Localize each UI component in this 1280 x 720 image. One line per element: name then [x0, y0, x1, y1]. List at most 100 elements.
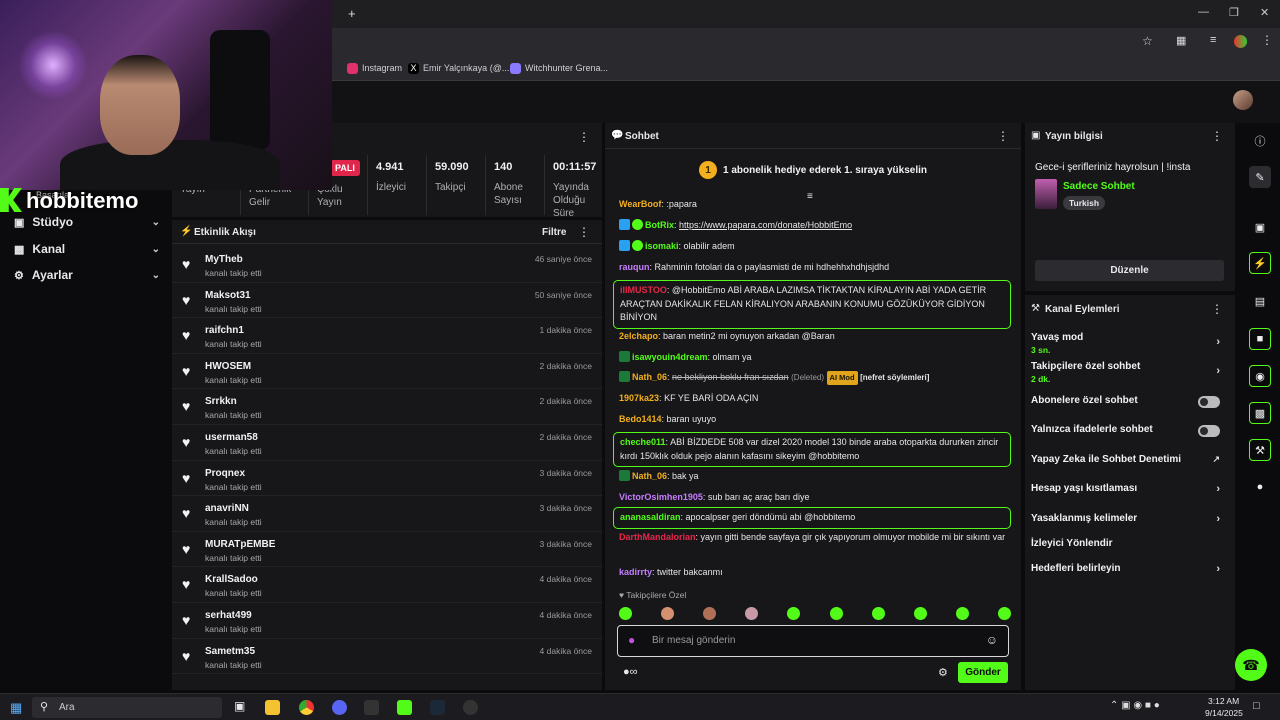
profile-icon[interactable]	[1234, 35, 1247, 48]
channel-action-item[interactable]: Yalnızca ifadelerle sohbet	[1031, 424, 1226, 437]
kick-coin-icon[interactable]: ●∞	[623, 666, 638, 678]
chat-message[interactable]: 1907ka23: KF YE BARİ ODA AÇIN	[619, 392, 1011, 406]
maximize-icon[interactable]: ❐	[1229, 6, 1239, 19]
feed-row[interactable]: ♥ serhat499 kanalı takip etti 4 dakika önce	[172, 603, 602, 639]
chat-username[interactable]: isawyouin4dream	[632, 352, 708, 362]
tray-icons[interactable]: ⌃ ▣ ◉ ■ ●	[1110, 700, 1160, 711]
chat-username[interactable]: BotRix	[645, 220, 674, 230]
emote-icon[interactable]	[661, 606, 675, 620]
chat-message[interactable]: Nath_06: bak ya	[619, 470, 1011, 484]
follower-name[interactable]: HWOSEM	[205, 361, 251, 372]
chat-menu-icon[interactable]: ⋮	[997, 129, 1009, 143]
wrench-icon[interactable]: ⚒	[1249, 439, 1271, 461]
layout-icon[interactable]: ▩	[1249, 402, 1271, 424]
taskbar-search[interactable]: ⚲ Ara	[32, 697, 222, 718]
emote-icon[interactable]	[913, 606, 927, 620]
follower-name[interactable]: anavriNN	[205, 503, 249, 514]
feed-row[interactable]: ♥ userman58 kanalı takip etti 2 dakika önce	[172, 425, 602, 461]
bookmark-star-icon[interactable]: ☆	[1142, 34, 1153, 48]
pencil-icon[interactable]: ✎	[1249, 166, 1271, 188]
new-tab-button[interactable]: +	[348, 6, 356, 21]
integrations-icon[interactable]: ●	[1249, 476, 1271, 498]
minimize-icon[interactable]: —	[1198, 6, 1209, 18]
task-view-icon[interactable]: ▣	[234, 699, 245, 713]
feed-row[interactable]: ♥ Proqnex kanalı takip etti 3 dakika önce	[172, 461, 602, 497]
channel-action-item[interactable]: Yapay Zeka ile Sohbet Denetimi ↗	[1031, 454, 1226, 465]
chat-username[interactable]: kadirrty	[619, 567, 652, 577]
chat-message[interactable]: BotRix: https://www.papara.com/donate/Ho…	[619, 219, 1011, 233]
chat-username[interactable]: rauqun	[619, 262, 650, 272]
feed-row[interactable]: ♥ anavriNN kanalı takip etti 3 dakika önce	[172, 496, 602, 532]
close-icon[interactable]: ✕	[1260, 6, 1269, 19]
chat-username[interactable]: 2elchapo	[619, 331, 658, 341]
channel-actions-menu-icon[interactable]: ⋮	[1211, 302, 1223, 316]
channel-action-item[interactable]: Yavaş mod 3 sn. ›	[1031, 332, 1226, 355]
follower-name[interactable]: MURATpEMBE	[205, 539, 275, 550]
follower-name[interactable]: Sametm35	[205, 646, 255, 657]
xbox-icon[interactable]	[364, 700, 379, 715]
feed-row[interactable]: ♥ KrallSadoo kanalı takip etti 4 dakika önc…	[172, 567, 602, 603]
chat-message[interactable]: 2elchapo: baran metin2 mi oynuyon arkada…	[619, 330, 1011, 344]
gear-icon[interactable]: ⚙	[938, 666, 948, 679]
chat-username[interactable]: 1907ka23	[619, 393, 659, 403]
follower-name[interactable]: raifchn1	[205, 325, 244, 336]
media-icon[interactable]: ≡	[1210, 34, 1216, 46]
file-explorer-icon[interactable]	[265, 700, 280, 715]
emote-icon[interactable]	[871, 606, 885, 620]
nav-item-channel[interactable]: ▩ Kanal ⌄	[14, 239, 160, 259]
steam-icon[interactable]	[430, 700, 445, 715]
feed-row[interactable]: ♥ Maksot31 kanalı takip etti 50 saniye önce	[172, 283, 602, 319]
stats-menu-icon[interactable]: ⋮	[578, 130, 590, 144]
crop-icon[interactable]: ▣	[1249, 216, 1271, 238]
chat-message[interactable]: kadirrty: twitter bakcanmı	[619, 566, 1011, 580]
chat-message[interactable]: DarthMandalorian: yayın gitti bende sayf…	[619, 531, 1011, 545]
chat-message[interactable]: rauqun: Rahminin fotolari da o paylasmis…	[619, 261, 1011, 275]
toggle-switch[interactable]	[1198, 425, 1220, 437]
emote-icon[interactable]	[703, 606, 717, 620]
bookmark-instagram[interactable]: Instagram	[347, 61, 402, 75]
channel-action-item[interactable]: Abonelere özel sohbet	[1031, 395, 1226, 408]
feed-row[interactable]: ♥ Srrkkn kanalı takip etti 2 dakika önce	[172, 389, 602, 425]
feed-row[interactable]: ♥ Sametm35 kanalı takip etti 4 dakika önce	[172, 639, 602, 675]
chrome-icon[interactable]	[299, 700, 314, 715]
channel-action-item[interactable]: Yasaklanmış kelimeler ›	[1031, 513, 1226, 525]
stream-info-menu-icon[interactable]: ⋮	[1211, 129, 1223, 143]
lightning-icon[interactable]: ⚡	[1249, 252, 1271, 274]
feed-filter-button[interactable]: Filtre	[542, 227, 566, 238]
chat-message[interactable]: WearBoof: :papara	[619, 198, 1011, 212]
follower-name[interactable]: userman58	[205, 432, 258, 443]
emote-icon[interactable]	[829, 606, 843, 620]
toggle-switch[interactable]	[1198, 396, 1220, 408]
emote-icon[interactable]	[997, 606, 1011, 620]
chat-username[interactable]: DarthMandalorian	[619, 532, 696, 542]
emote-icon[interactable]	[619, 606, 632, 620]
chat-link[interactable]: https://www.papara.com/donate/HobbitEmo	[679, 220, 852, 230]
chat-bubble-icon[interactable]: ■	[1249, 328, 1271, 350]
chat-username[interactable]: isomaki	[645, 241, 679, 251]
follower-name[interactable]: Srrkkn	[205, 396, 237, 407]
feed-row[interactable]: ♥ MyTheb kanalı takip etti 46 saniye önce	[172, 247, 602, 283]
chat-username[interactable]: Bedo1414	[619, 414, 662, 424]
follower-name[interactable]: Maksot31	[205, 290, 251, 301]
windows-start-icon[interactable]: ▦	[10, 700, 22, 716]
send-button[interactable]: Gönder	[958, 662, 1008, 683]
obs-icon[interactable]	[463, 700, 478, 715]
follower-name[interactable]: KrallSadoo	[205, 574, 258, 585]
chat-input[interactable]: ● Bir mesaj gönderin ☺	[617, 625, 1009, 657]
chat-message[interactable]: iIIMUSTOO: @HobbitEmo ABİ ARABA LAZIMSA …	[613, 280, 1011, 329]
chat-message[interactable]: ananasaldiran: apocalpser geri döndümü a…	[613, 507, 1011, 529]
chat-username[interactable]: Nath_06	[632, 471, 667, 481]
chat-username[interactable]: WearBoof	[619, 199, 661, 209]
emote-icon[interactable]	[787, 606, 801, 620]
notification-icon[interactable]: □	[1253, 700, 1260, 712]
nav-item-studio[interactable]: ▣ Stüdyo ⌄	[14, 212, 160, 232]
chat-message[interactable]: Bedo1414: baran uyuyo	[619, 413, 1011, 427]
follower-name[interactable]: MyTheb	[205, 254, 243, 265]
microphone-icon[interactable]: ●	[628, 633, 635, 647]
channel-action-item[interactable]: Takipçilere özel sohbet 2 dk. ›	[1031, 361, 1226, 384]
chat-message[interactable]: Nath_06: ne bekliyon boklu fran sızdan (…	[619, 371, 1011, 385]
chat-username[interactable]: ananasaldiran	[620, 512, 681, 522]
bookmark-x[interactable]: X Emir Yalçınkaya (@...	[408, 61, 509, 75]
channel-action-item[interactable]: İzleyici Yönlendir	[1031, 538, 1226, 549]
follower-name[interactable]: Proqnex	[205, 468, 245, 479]
